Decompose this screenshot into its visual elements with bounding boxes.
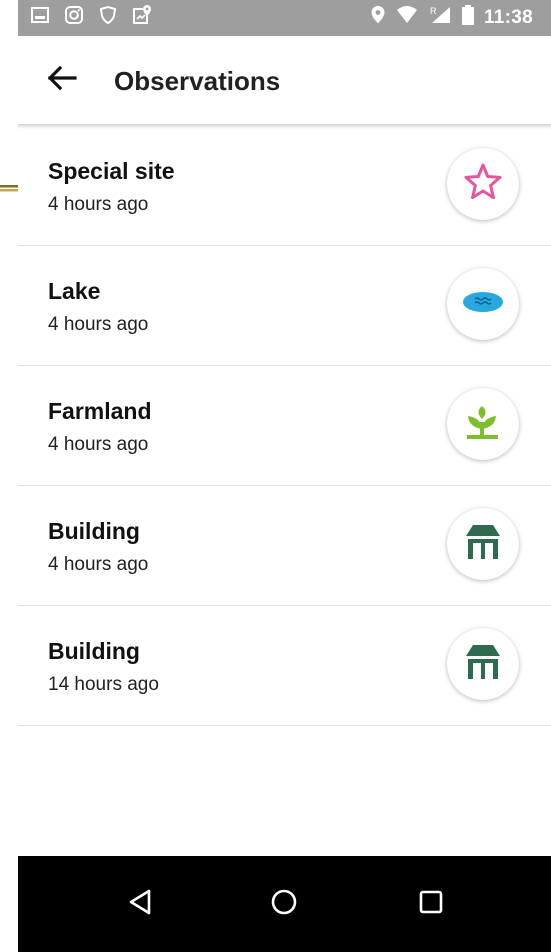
- building-icon: [463, 642, 503, 687]
- app-bar: Observations: [18, 36, 551, 125]
- battery-icon: [461, 5, 474, 31]
- nav-recents-button[interactable]: [405, 878, 457, 930]
- observation-icon-badge: [447, 388, 519, 460]
- signal-icon: R: [428, 5, 452, 31]
- status-time: 11:38: [483, 7, 533, 28]
- status-bar: R 11:38: [18, 0, 551, 36]
- plant-icon: [463, 402, 503, 447]
- arrow-left-icon: [47, 65, 77, 96]
- observation-title: Building: [48, 638, 140, 664]
- back-button[interactable]: [40, 58, 84, 102]
- observation-time: 4 hours ago: [48, 554, 149, 575]
- navigation-bar: [18, 856, 551, 952]
- status-bar-system: R 11:38: [370, 4, 533, 32]
- observation-title: Farmland: [48, 398, 152, 424]
- status-bar-notifications: [30, 4, 154, 32]
- lake-icon: [461, 287, 505, 322]
- home-circle-icon: [270, 888, 298, 921]
- building-icon: [463, 522, 503, 567]
- observation-time: 14 hours ago: [48, 674, 159, 695]
- observation-title: Building: [48, 518, 140, 544]
- wifi-icon: [396, 5, 418, 31]
- instagram-icon: [64, 5, 84, 31]
- back-triangle-icon: [127, 888, 153, 921]
- page-title: Observations: [114, 66, 281, 96]
- list-item-special-site[interactable]: Special site 4 hours ago: [18, 126, 551, 246]
- list-item-building[interactable]: Building 4 hours ago: [18, 486, 551, 606]
- observation-icon-badge: [447, 148, 519, 220]
- location-pin-icon: [370, 5, 386, 31]
- phone-screen: R 11:38 Observations Special site 4 hour…: [18, 0, 551, 952]
- observation-title: Special site: [48, 158, 175, 184]
- list-item-lake[interactable]: Lake 4 hours ago: [18, 246, 551, 366]
- edge-marker: [0, 179, 20, 192]
- observation-time: 4 hours ago: [48, 434, 149, 455]
- nav-home-button[interactable]: [258, 878, 310, 930]
- observation-icon-badge: [447, 268, 519, 340]
- svg-text:R: R: [430, 6, 437, 16]
- observation-time: 4 hours ago: [48, 314, 149, 335]
- image-icon: [30, 5, 50, 31]
- list-item-building[interactable]: Building 14 hours ago: [18, 606, 551, 726]
- star-icon: [463, 162, 503, 207]
- nav-back-button[interactable]: [114, 878, 166, 930]
- observation-time: 4 hours ago: [48, 194, 149, 215]
- list-item-farmland[interactable]: Farmland 4 hours ago: [18, 366, 551, 486]
- observation-icon-badge: [447, 628, 519, 700]
- observation-list: Special site 4 hours ago Lake 4 hours ag…: [18, 126, 551, 726]
- observation-title: Lake: [48, 278, 101, 304]
- observation-icon-badge: [447, 508, 519, 580]
- map-pin-badge-icon: [132, 4, 154, 32]
- shield-icon: [98, 5, 118, 31]
- recents-square-icon: [418, 889, 444, 920]
